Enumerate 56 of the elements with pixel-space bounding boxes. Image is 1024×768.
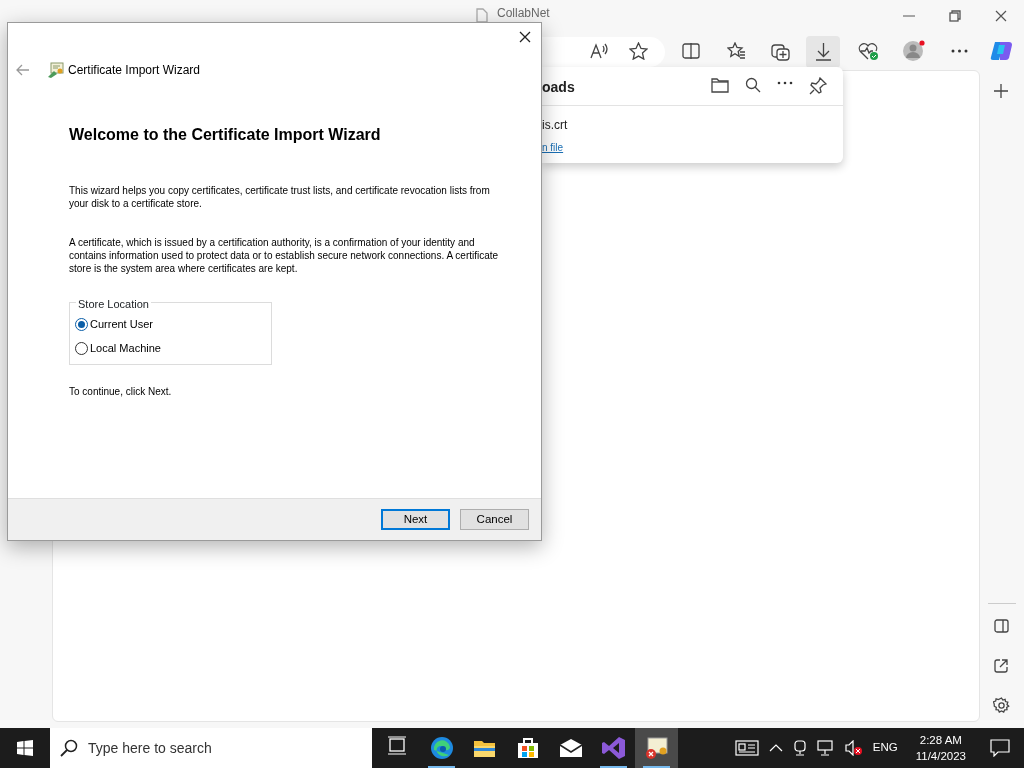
restore-icon[interactable] [949, 10, 961, 22]
add-icon[interactable] [994, 84, 1008, 98]
copilot-icon[interactable] [990, 39, 1014, 63]
cancel-button[interactable]: Cancel [460, 509, 529, 530]
avatar-icon[interactable] [902, 40, 926, 62]
close-icon[interactable] [995, 10, 1007, 22]
chevron-up-icon[interactable] [768, 744, 783, 752]
date-text: 11/4/2023 [915, 749, 966, 764]
back-arrow-icon[interactable] [16, 64, 29, 76]
certificate-icon [644, 736, 669, 760]
taskbar-app[interactable] [635, 728, 678, 768]
language-indicator[interactable]: ENG [872, 739, 898, 757]
file-name: is.crt [542, 117, 569, 134]
open-file-link[interactable]: n file [542, 142, 564, 153]
news-icon[interactable] [734, 740, 759, 756]
favorites-icon[interactable] [727, 42, 746, 60]
heart-check-icon[interactable] [858, 41, 879, 61]
network-icon[interactable] [816, 740, 835, 756]
search-field[interactable]: Type here to search [50, 728, 372, 768]
window-title: Certificate Import Wizard [68, 62, 201, 79]
tab-title[interactable]: CollabNet [497, 4, 550, 22]
collections-icon[interactable] [771, 42, 790, 61]
clock[interactable]: 2:28 AM 11/4/2023 [915, 732, 966, 764]
read-aloud-icon[interactable] [589, 42, 609, 60]
webcam-icon[interactable] [792, 740, 807, 756]
download-icon[interactable] [815, 42, 832, 61]
browser-icon [429, 736, 454, 760]
search-icon [60, 739, 78, 757]
star-icon[interactable] [629, 42, 648, 60]
certificate-icon [47, 61, 64, 79]
close-icon[interactable] [519, 31, 531, 43]
pin-icon[interactable] [809, 77, 827, 95]
mail-icon [558, 736, 583, 760]
infinity-icon [601, 736, 626, 760]
notification-icon[interactable] [990, 739, 1010, 757]
downloads-button[interactable] [806, 36, 840, 68]
description-text: A certificate, which is issued by a certification authority, is a confirmation of your identity and contains information used to protect data or to establish secure network connections. A certificate store is the system area where certificates are kept. [69, 236, 500, 275]
next-button[interactable]: Next [381, 509, 450, 530]
sidebar-icon[interactable] [994, 619, 1009, 633]
time-text: 2:28 AM [918, 733, 963, 748]
search-icon[interactable] [745, 77, 761, 93]
radio-option[interactable]: Local Machine [75, 336, 161, 360]
panel-title: oads [542, 78, 575, 97]
document-icon [476, 8, 488, 23]
store-icon [515, 736, 540, 760]
split-screen-icon[interactable] [682, 43, 700, 59]
radio-option[interactable]: Current User [75, 312, 153, 336]
instruction-text: To continue, click Next. [69, 385, 173, 398]
wizard-heading: Welcome to the Certificate Import Wizard [69, 125, 382, 145]
external-link-icon[interactable] [994, 659, 1008, 673]
windows-icon[interactable] [17, 740, 33, 756]
description-text: This wizard helps you copy certificates, certificate trust lists, and certificate revocation lists from your disk to a certificate store. [69, 184, 491, 210]
more-icon[interactable] [951, 49, 968, 53]
speaker-muted-icon[interactable] [844, 740, 863, 756]
folder-icon[interactable] [711, 77, 729, 93]
settings-icon[interactable] [993, 697, 1010, 714]
